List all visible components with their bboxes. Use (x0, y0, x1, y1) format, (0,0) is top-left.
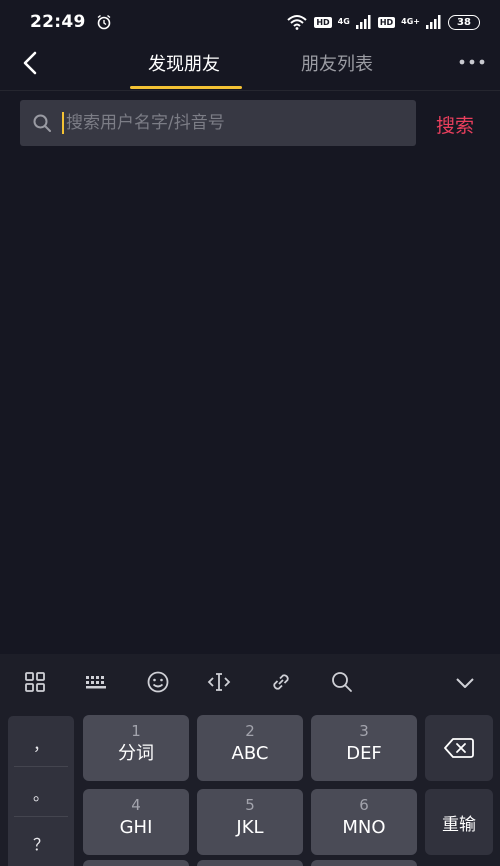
emoji-icon[interactable] (146, 670, 170, 694)
search-button[interactable]: 搜索 (436, 111, 474, 138)
key-separator (14, 816, 68, 817)
status-bar: 22:49 HD 4G HD 4G+ 38 (0, 0, 500, 44)
key-label: JKL (236, 817, 264, 838)
hd-badge: HD (314, 16, 332, 28)
key-separator (14, 766, 68, 767)
key-number: 5 (245, 796, 255, 814)
keyboard: ， 。 ？ 1 分词 2 ABC 3 DEF 4 GHI 5 JKL 6 MNO… (0, 654, 500, 866)
key-row-partial (197, 860, 303, 866)
keyboard-icon[interactable] (84, 670, 108, 694)
tab-discover-friends[interactable]: 发现朋友 (148, 50, 220, 76)
wifi-icon (287, 15, 307, 30)
key-label: DEF (346, 743, 382, 764)
keyboard-toolbar (0, 654, 500, 710)
key-question[interactable]: ？ (8, 820, 74, 866)
key-comma[interactable]: ， (8, 720, 74, 766)
key-2[interactable]: 2 ABC (197, 715, 303, 781)
key-label: 分词 (118, 743, 154, 764)
key-1[interactable]: 1 分词 (83, 715, 189, 781)
network-type-label: 4G (337, 17, 350, 26)
cursor-icon[interactable] (207, 670, 231, 694)
key-3[interactable]: 3 DEF (311, 715, 417, 781)
chevron-down-icon[interactable] (453, 670, 477, 694)
key-row-partial (311, 860, 417, 866)
more-icon[interactable] (458, 58, 486, 66)
back-arrow-icon[interactable] (18, 49, 44, 77)
search-icon[interactable] (330, 670, 354, 694)
key-number: 1 (131, 722, 141, 740)
battery-indicator: 38 (448, 14, 480, 30)
symbol-column: ， 。 ？ (8, 716, 74, 866)
signal-icon (355, 15, 371, 29)
key-6[interactable]: 6 MNO (311, 789, 417, 855)
backspace-key[interactable] (425, 715, 493, 781)
key-label: ABC (231, 743, 269, 764)
search-icon (33, 114, 51, 132)
search-box[interactable] (20, 100, 416, 146)
top-nav: 发现朋友 朋友列表 (0, 44, 500, 90)
key-label: MNO (342, 817, 386, 838)
active-tab-indicator (130, 86, 242, 89)
key-number: 2 (245, 722, 255, 740)
grid-icon[interactable] (23, 670, 47, 694)
key-number: 4 (131, 796, 141, 814)
status-time: 22:49 (30, 12, 86, 32)
key-period[interactable]: 。 (8, 770, 74, 816)
key-label: GHI (119, 817, 153, 838)
search-input[interactable] (66, 103, 416, 143)
hd-badge-2: HD (377, 16, 396, 28)
network-type-label-2: 4G+ (401, 17, 420, 26)
status-indicators: HD 4G HD 4G+ 38 (286, 14, 480, 30)
backspace-icon (444, 738, 474, 758)
key-row-partial (83, 860, 189, 866)
alarm-icon (97, 14, 111, 30)
tab-friends-list[interactable]: 朋友列表 (301, 50, 373, 76)
retype-key[interactable]: 重输 (425, 789, 493, 855)
key-4[interactable]: 4 GHI (83, 789, 189, 855)
link-icon[interactable] (269, 670, 293, 694)
signal-icon-2 (426, 15, 441, 29)
key-5[interactable]: 5 JKL (197, 789, 303, 855)
key-number: 3 (359, 722, 369, 740)
nav-divider (0, 90, 500, 91)
key-number: 6 (359, 796, 369, 814)
text-cursor (62, 112, 64, 134)
